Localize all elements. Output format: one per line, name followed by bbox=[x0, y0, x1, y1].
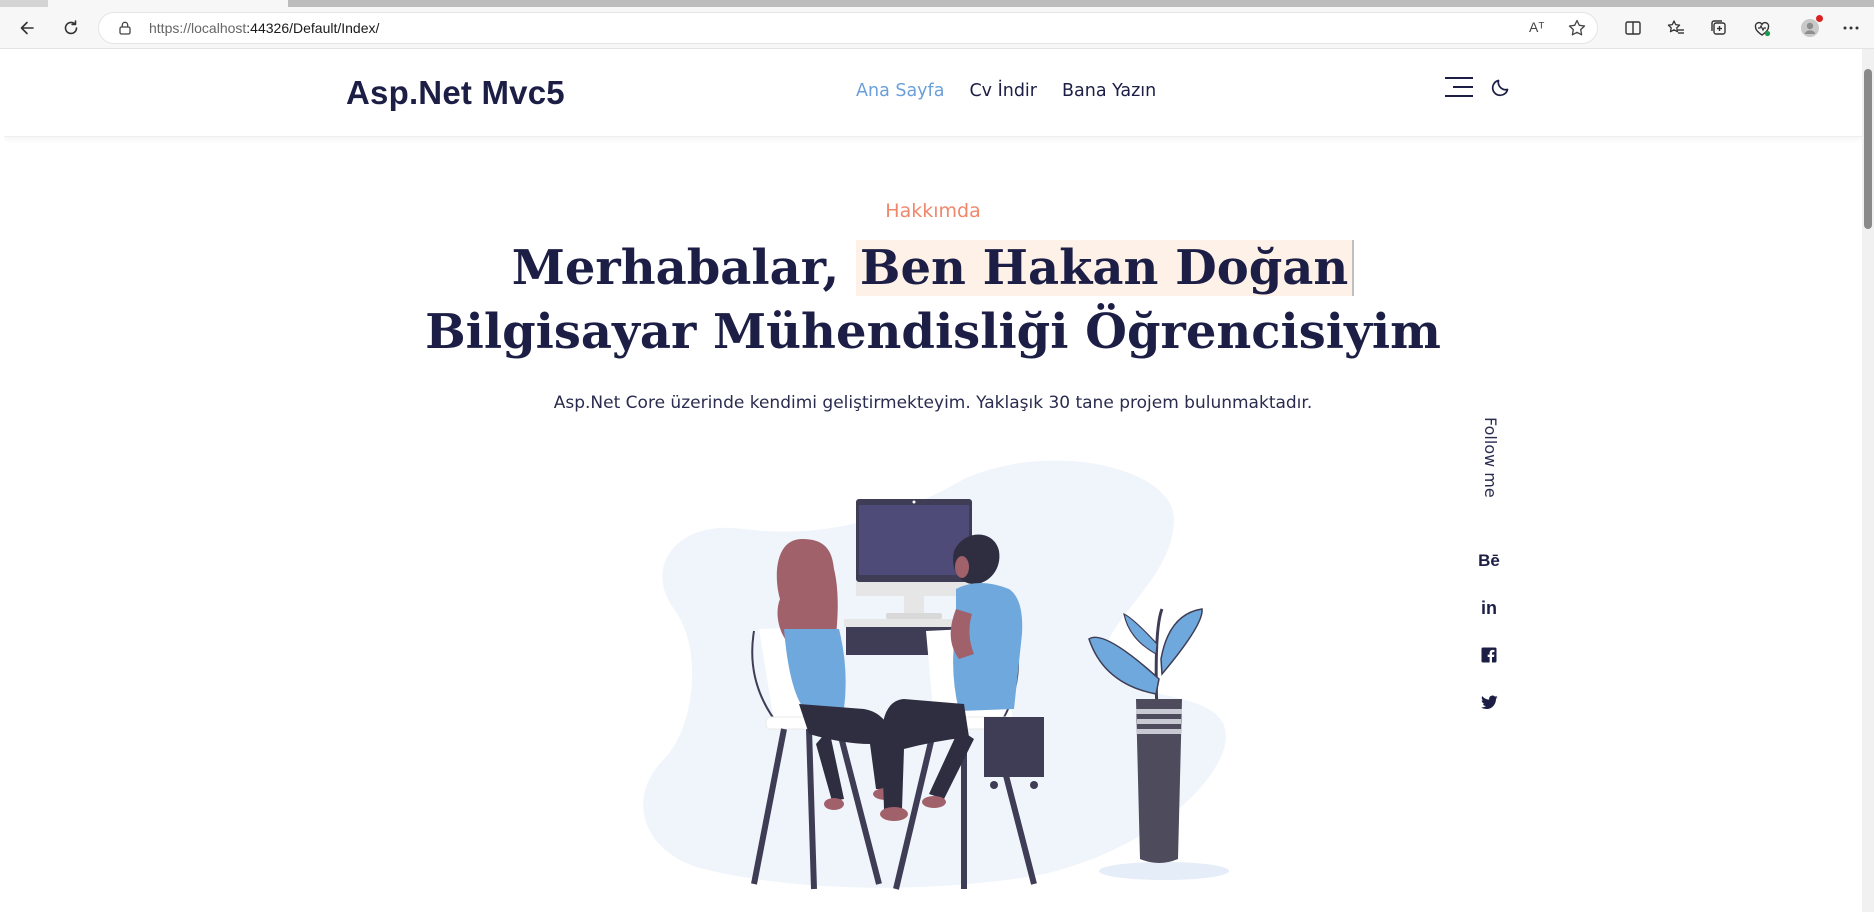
follow-me: Follow me bbox=[1476, 417, 1506, 517]
main-nav: Ana Sayfa Cv İndir Bana Yazın bbox=[856, 81, 1156, 101]
monitor-camera bbox=[912, 500, 916, 504]
scrollbar-thumb[interactable] bbox=[1864, 69, 1872, 229]
header-actions bbox=[1444, 75, 1512, 99]
address-bar[interactable]: https://localhost:44326/Default/Index/ A… bbox=[98, 12, 1598, 44]
linkedin-icon[interactable]: in bbox=[1477, 596, 1501, 620]
url-host: https://localhost bbox=[149, 20, 247, 36]
read-aloud-icon[interactable]: Aᵀ bbox=[1529, 19, 1544, 35]
monitor-stand bbox=[904, 596, 924, 614]
hero-eyebrow: Hakkımda bbox=[885, 200, 981, 222]
favorite-star-icon[interactable] bbox=[1567, 18, 1587, 38]
hero-illustration bbox=[643, 460, 1229, 890]
browser-essentials-icon[interactable] bbox=[1749, 15, 1775, 41]
dark-mode-moon-icon[interactable] bbox=[1490, 76, 1512, 98]
hamburger-menu-icon[interactable] bbox=[1444, 75, 1474, 99]
plant-pot-stripe-2 bbox=[1137, 719, 1181, 724]
monitor-base bbox=[886, 613, 942, 619]
behance-icon[interactable]: Bē bbox=[1477, 549, 1501, 573]
page-viewport: Asp.Net Mvc5 Ana Sayfa Cv İndir Bana Yaz… bbox=[4, 49, 1862, 912]
split-screen-icon[interactable] bbox=[1620, 15, 1646, 41]
nav-item-cv-indir[interactable]: Cv İndir bbox=[969, 81, 1037, 101]
favorites-icon[interactable] bbox=[1663, 15, 1689, 41]
man-shoe-1 bbox=[880, 807, 908, 821]
profile-notification-dot bbox=[1816, 15, 1823, 22]
nav-item-ana-sayfa[interactable]: Ana Sayfa bbox=[856, 81, 944, 101]
twitter-icon[interactable] bbox=[1477, 690, 1501, 714]
cabinet-wheel-1 bbox=[990, 781, 998, 789]
more-options-icon[interactable] bbox=[1838, 15, 1864, 41]
plant-pot-stripe-3 bbox=[1137, 729, 1181, 734]
active-tab[interactable] bbox=[48, 0, 288, 7]
refresh-icon[interactable] bbox=[58, 15, 84, 41]
desk-cabinet bbox=[984, 717, 1044, 777]
lock-icon[interactable] bbox=[117, 20, 133, 36]
plant-leaf-small bbox=[1123, 612, 1158, 655]
monitor-screen bbox=[859, 505, 969, 575]
url-path: :44326/Default/Index/ bbox=[246, 20, 380, 36]
nav-item-bana-yazin[interactable]: Bana Yazın bbox=[1062, 81, 1156, 101]
collections-icon[interactable] bbox=[1706, 15, 1732, 41]
follow-me-label: Follow me bbox=[1481, 417, 1500, 498]
plant-shadow bbox=[1099, 862, 1229, 880]
plant-leaf-right bbox=[1160, 608, 1203, 676]
hero-subtitle: Asp.Net Core üzerinde kendimi geliştirme… bbox=[553, 393, 1313, 413]
tab-strip bbox=[0, 0, 1874, 7]
site-header: Asp.Net Mvc5 Ana Sayfa Cv İndir Bana Yaz… bbox=[4, 49, 1862, 137]
facebook-icon[interactable] bbox=[1477, 643, 1501, 667]
url-text[interactable]: https://localhost:44326/Default/Index/ bbox=[149, 20, 379, 36]
brand-logo[interactable]: Asp.Net Mvc5 bbox=[346, 74, 565, 112]
hero-title-prefix: Merhabalar, bbox=[511, 240, 840, 296]
monitor-chin bbox=[856, 582, 972, 596]
man-shoe-2 bbox=[922, 796, 946, 808]
woman-shoe-2 bbox=[824, 798, 844, 810]
cabinet-wheel-2 bbox=[1030, 781, 1038, 789]
back-icon[interactable] bbox=[14, 15, 40, 41]
page-scrollbar[interactable] bbox=[1862, 49, 1874, 912]
tab-strip-background bbox=[288, 0, 1874, 7]
hero-title-highlight: Ben Hakan Doğan bbox=[855, 240, 1355, 296]
plant-pot-stripe-1 bbox=[1136, 709, 1182, 714]
hero-title: Merhabalar, Ben Hakan Doğan Bilgisayar M… bbox=[4, 236, 1862, 364]
browser-toolbar: https://localhost:44326/Default/Index/ A… bbox=[0, 7, 1874, 49]
man-ear bbox=[955, 556, 969, 578]
hero-title-line2: Bilgisayar Mühendisliği Öğrencisiyim bbox=[425, 304, 1441, 360]
